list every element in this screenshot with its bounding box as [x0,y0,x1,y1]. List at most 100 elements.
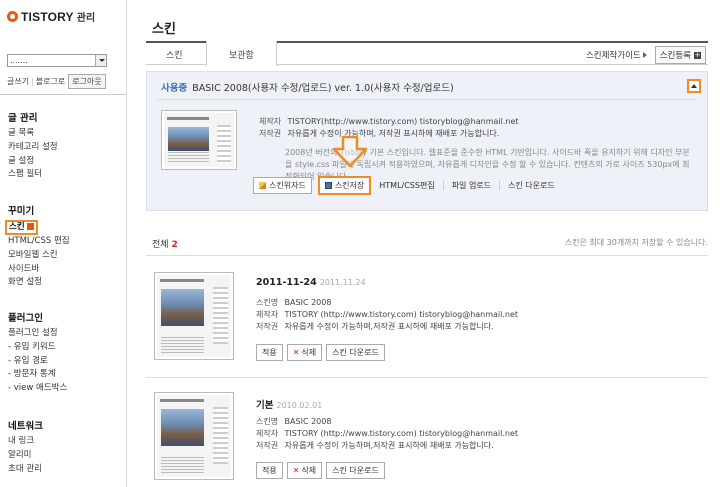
divider [442,181,444,190]
meta-label: 제작자 [256,429,279,438]
meta-label: 제작자 [259,117,282,126]
page-title: 스킨 [152,22,176,37]
nav-group-network: 네트워크 내 링크 알리미 초대 관리 [8,418,43,476]
in-use-label: 사용중 [161,83,188,94]
sidebar: TISTORY 관리 ....... 글쓰기 | 블로그로 로그아웃 글 관리 … [0,0,127,487]
nav-item-category-settings[interactable]: 카테고리 설정 [8,141,58,155]
item-title: 2011-11-24 2011.11.24 [256,277,366,288]
meta-copyright: 자유롭게 수정이 가능하며,저작권 표시하에 재배포 가능합니다. [284,441,494,450]
current-page-icon [26,223,34,230]
nav-item-my-links[interactable]: 내 링크 [8,435,43,449]
divider [146,255,708,256]
nav-item-skin[interactable]: 스킨 [5,220,38,235]
write-link[interactable]: 글쓰기 [7,76,29,87]
main-content: 스킨 스킨 보관함 스킨제작가이드 스킨등록 + 사용중 BASIC 2008(사… [128,0,720,487]
tab-actions: 스킨제작가이드 스킨등록 + [586,46,706,64]
tab-bar: 스킨 보관함 스킨제작가이드 스킨등록 + [146,41,708,66]
meta-author: TISTORY(http://www.tistory.com) tistoryb… [287,117,519,126]
item-actions: 적용 ✕ 삭제 스킨 다운로드 [256,344,385,361]
divider [0,94,127,95]
current-skin-actions: 스킨위자드 스킨저장 HTML/CSS편집 파일 업로드 스킨 다운로드 [253,176,563,195]
skin-save-button[interactable]: 스킨저장 [317,176,372,195]
nav-item-html-css[interactable]: HTML/CSS 편집 [8,235,70,249]
nav-item-plugin-settings[interactable]: 플러그인 설정 [8,327,67,341]
register-skin-button[interactable]: 스킨등록 + [654,46,706,64]
nav-item-sidebar[interactable]: 사이드바 [8,263,70,277]
divider [146,377,708,378]
meta-author: TISTORY (http://www.tistory.com) tistory… [284,310,519,319]
meta-label: 저작권 [256,441,279,450]
chevron-down-icon [95,55,106,66]
nav-group-posts: 글 관리 글 목록 카테고리 설정 글 설정 스팸 필터 [8,110,58,182]
nav-group-plugins: 플러그인 플러그인 설정 - 유입 키워드 - 유입 경로 - 방문자 통계 -… [8,310,67,396]
nav-item-spam-filter[interactable]: 스팸 필터 [8,168,58,182]
blog-select[interactable]: ....... [7,54,107,67]
skin-wizard-button[interactable]: 스킨위자드 [253,177,312,194]
item-title-text: 기본 [256,400,274,411]
item-actions: 적용 ✕ 삭제 스킨 다운로드 [256,462,385,479]
nav-item-post-settings[interactable]: 글 설정 [8,155,58,169]
nav-item-inflow-path[interactable]: - 유입 경로 [8,355,67,369]
logo[interactable]: TISTORY 관리 [7,9,95,24]
delete-button[interactable]: ✕ 삭제 [286,344,323,361]
download-button[interactable]: 스킨 다운로드 [326,462,385,479]
tab-skin[interactable]: 스킨 [166,48,183,61]
skin-count-bar: 전체 2 스킨은 최대 30개까지 저장할 수 있습니다. [152,237,708,250]
count-note: 스킨은 최대 30개까지 저장할 수 있습니다. [564,238,708,247]
nav-title: 플러그인 [8,313,43,324]
nav-item-visitor-stats[interactable]: - 방문자 통계 [8,368,67,382]
brand-suffix: 관리 [76,13,96,24]
meta-skin-name: BASIC 2008 [284,298,332,307]
nav-title: 글 관리 [8,113,38,124]
divider [499,181,501,190]
nav-group-design: 꾸미기 스킨 HTML/CSS 편집 모바일웹 스킨 사이드바 화면 설정 [5,203,70,290]
nav-item-view-adbox[interactable]: - view 애드박스 [8,382,67,396]
current-skin-name: BASIC 2008(사용자 수정/업로드) ver. 1.0(사용자 수정/업… [192,83,454,94]
meta-label: 저작권 [256,322,279,331]
delete-label: 삭제 [301,466,317,475]
item-meta: 스킨명 BASIC 2008 제작자 TISTORY (http://www.t… [256,297,518,333]
html-css-edit-link[interactable]: HTML/CSS편집 [379,180,434,191]
divider: | [31,77,34,86]
collapse-toggle-button[interactable] [687,79,701,93]
skin-wizard-label: 스킨위자드 [269,181,306,190]
nav-item-notifications[interactable]: 알리미 [8,449,43,463]
plus-icon: + [694,50,701,59]
count-value: 2 [171,240,178,250]
tab-archive[interactable]: 보관함 [206,41,277,66]
nav-item-mobile-skin[interactable]: 모바일웹 스킨 [8,249,70,263]
arrow-right-icon [642,52,647,58]
meta-label: 스킨명 [256,417,279,426]
logout-button[interactable]: 로그아웃 [68,74,106,89]
skin-download-link[interactable]: 스킨 다운로드 [508,180,555,191]
nav-title: 꾸미기 [8,206,35,217]
delete-button[interactable]: ✕ 삭제 [286,462,323,479]
guide-arrow-icon [332,136,368,168]
brand-name: TISTORY [21,9,74,24]
current-skin-header: 사용중 BASIC 2008(사용자 수정/업로드) ver. 1.0(사용자 수… [161,80,454,94]
meta-skin-name: BASIC 2008 [284,417,332,426]
meta-label: 저작권 [259,129,282,138]
nav-item-post-list[interactable]: 글 목록 [8,127,58,141]
nav-item-invite[interactable]: 초대 관리 [8,463,43,477]
meta-copyright: 자유롭게 수정이 가능하며, 저작권 표시하에 재배포 가능합니다. [287,129,500,138]
divider [157,99,697,100]
skin-thumbnail [154,392,234,480]
skin-guide-link[interactable]: 스킨제작가이드 [586,49,641,61]
nav-item-inflow-keyword[interactable]: - 유입 키워드 [8,341,67,355]
delete-x-icon: ✕ [292,348,300,357]
apply-button[interactable]: 적용 [256,462,283,479]
item-date: 2011.11.24 [319,278,366,287]
register-skin-label: 스킨등록 [659,51,691,61]
sidebar-quick-links: 글쓰기 | 블로그로 로그아웃 [7,74,106,89]
nav-item-label: 스킨 [9,222,25,232]
download-button[interactable]: 스킨 다운로드 [326,344,385,361]
current-skin-thumbnail [161,110,237,170]
nav-item-screen-settings[interactable]: 화면 설정 [8,276,70,290]
meta-label: 제작자 [256,310,279,319]
blog-select-value: ....... [10,56,28,65]
nav-title: 네트워크 [8,421,43,432]
file-upload-link[interactable]: 파일 업로드 [452,180,491,191]
blog-link[interactable]: 블로그로 [36,76,65,87]
apply-button[interactable]: 적용 [256,344,283,361]
